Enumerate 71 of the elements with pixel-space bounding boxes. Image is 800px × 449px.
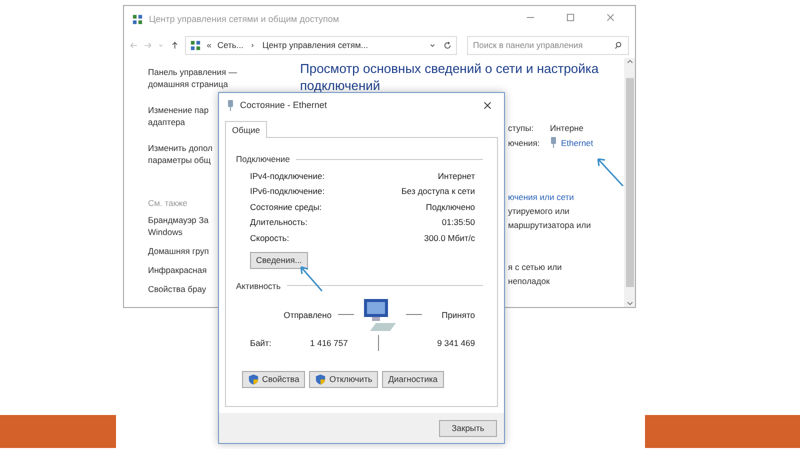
sidebar-link[interactable]: Свойства брау bbox=[148, 283, 206, 295]
scrollbar-thumb[interactable] bbox=[626, 78, 634, 287]
close-icon[interactable] bbox=[606, 13, 614, 22]
info-value: Подключено bbox=[426, 202, 475, 212]
group-title: Активность bbox=[236, 280, 281, 290]
address-bar[interactable]: « Сеть... Центр управления сетям... bbox=[184, 36, 458, 54]
search-icon bbox=[615, 40, 624, 50]
info-value: Интернет bbox=[438, 170, 475, 181]
sidebar-link[interactable]: домашняя страница bbox=[148, 78, 228, 90]
close-dialog-button[interactable]: Закрыть bbox=[439, 420, 497, 436]
info-label: IPv6-подключение: bbox=[250, 186, 325, 196]
search-field[interactable]: Поиск в панели управления bbox=[467, 36, 630, 54]
sidebar-link[interactable]: Панель управления — bbox=[148, 66, 237, 78]
info-label: Скорость: bbox=[250, 232, 290, 243]
sent-bytes: 1 416 757 bbox=[310, 338, 348, 348]
network-icon bbox=[190, 40, 201, 50]
details-button[interactable]: Сведения... bbox=[250, 252, 308, 268]
plug-icon bbox=[227, 100, 234, 110]
info-label: Длительность: bbox=[250, 217, 308, 228]
back-icon[interactable] bbox=[130, 40, 138, 50]
sidebar-link[interactable]: параметры общ bbox=[148, 154, 211, 166]
received-label: Принято bbox=[442, 310, 475, 320]
task-description: я с сетью или bbox=[508, 261, 563, 274]
network-icon bbox=[132, 14, 143, 24]
window-title: Центр управления сетями и общим доступом bbox=[149, 14, 340, 24]
bytes-label: Байт: bbox=[250, 338, 272, 348]
task-description: утируемого или bbox=[508, 205, 570, 218]
info-value: 01:35:50 bbox=[442, 217, 475, 228]
info-value: 300.0 Мбит/с bbox=[424, 232, 475, 243]
breadcrumb-overflow[interactable]: « bbox=[206, 40, 212, 50]
sent-label: Отправлено bbox=[284, 310, 332, 320]
info-value: Без доступа к сети bbox=[401, 186, 475, 196]
access-value: Интерне bbox=[550, 122, 584, 132]
connections-label: ючения: bbox=[508, 138, 541, 148]
dialog-title: Состояние - Ethernet bbox=[240, 100, 328, 110]
group-title: Подключение bbox=[236, 154, 290, 164]
sidebar-link[interactable]: Windows bbox=[148, 226, 182, 238]
info-label: Состояние среды: bbox=[250, 202, 322, 212]
sidebar-link[interactable]: адаптера bbox=[148, 116, 185, 128]
task-link[interactable]: ючения или сети bbox=[508, 190, 624, 204]
sidebar-link[interactable]: Изменение пар bbox=[148, 104, 209, 116]
tab[interactable]: Общие bbox=[225, 121, 267, 138]
maximize-icon[interactable] bbox=[566, 13, 574, 22]
task-description: неполадок bbox=[508, 275, 551, 288]
chevron-icon bbox=[249, 42, 256, 48]
scrollbar[interactable] bbox=[624, 58, 635, 307]
action-button[interactable]: Свойства bbox=[242, 370, 306, 388]
scroll-up-icon[interactable] bbox=[626, 58, 634, 66]
sidebar-link[interactable]: Брандмауэр За bbox=[148, 214, 209, 226]
breadcrumb-item[interactable]: Сеть... bbox=[217, 40, 244, 50]
close-icon bbox=[483, 100, 492, 110]
info-label: IPv4-подключение: bbox=[250, 170, 325, 181]
plug-icon bbox=[550, 137, 557, 148]
task-description: маршрутизатора или bbox=[508, 219, 592, 232]
ethernet-link[interactable]: Ethernet bbox=[561, 138, 594, 148]
sidebar-link[interactable]: Инфракрасная bbox=[148, 264, 207, 276]
action-button[interactable]: Диагностика bbox=[382, 370, 444, 388]
breadcrumb-item[interactable]: Центр управления сетям... bbox=[262, 40, 368, 50]
received-bytes: 9 341 469 bbox=[437, 338, 475, 348]
page-heading: Просмотр основных сведений о сети и настройка подключений bbox=[300, 60, 600, 94]
see-also-title: См. также bbox=[148, 198, 188, 208]
up-arrow-icon[interactable] bbox=[171, 40, 179, 50]
shield-icon bbox=[315, 374, 326, 384]
shield-icon bbox=[248, 374, 259, 384]
action-button[interactable]: Отключить bbox=[309, 370, 378, 388]
sidebar-link[interactable]: Изменить допол bbox=[148, 142, 212, 154]
refresh-icon[interactable] bbox=[443, 40, 452, 50]
scroll-down-icon[interactable] bbox=[626, 299, 634, 307]
access-label: ступы: bbox=[508, 122, 535, 132]
forward-icon[interactable] bbox=[144, 40, 152, 50]
sidebar-link[interactable]: Домашняя груп bbox=[148, 245, 209, 257]
